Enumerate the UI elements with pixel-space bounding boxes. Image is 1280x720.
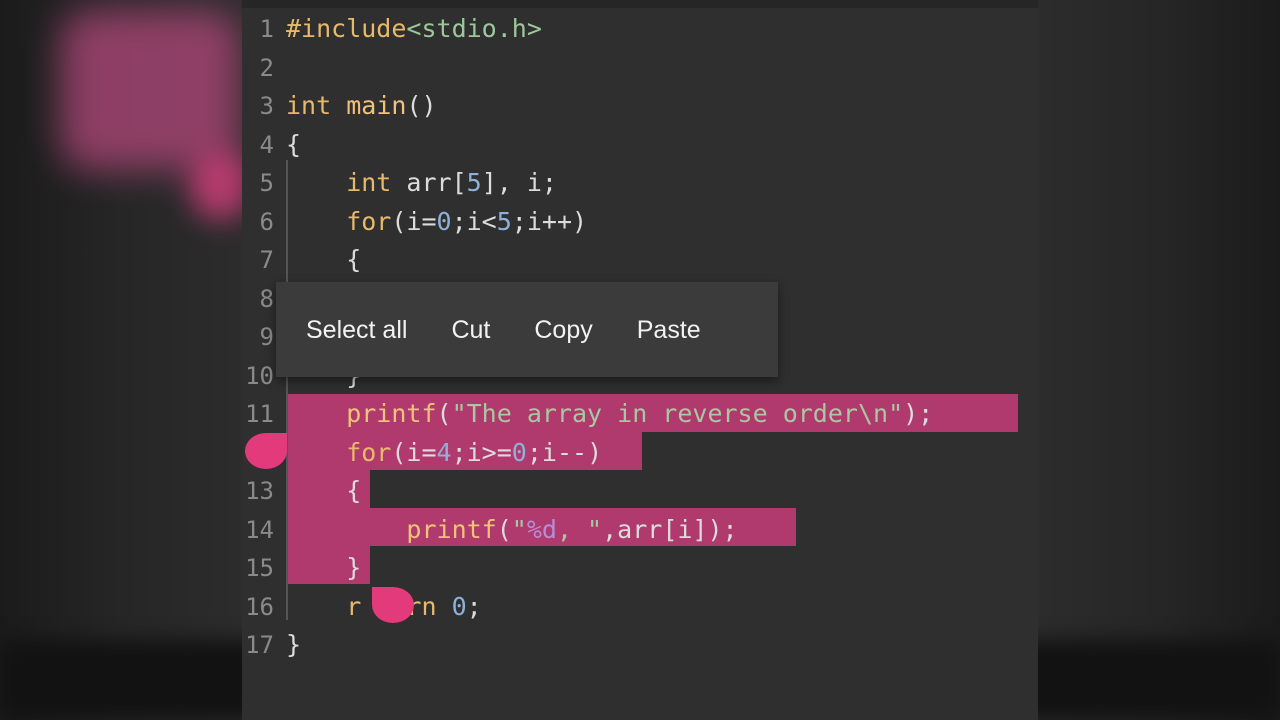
- code-line[interactable]: 16 r urn 0;: [242, 588, 1038, 626]
- code-token: ;i<: [451, 206, 497, 236]
- code-token: ;i++): [511, 206, 588, 236]
- code-token: ;i--): [526, 437, 603, 467]
- screen: 1 #include<stdio.h> 2 3 int main() 4{5 int ar…: [0, 0, 1280, 720]
- code-token: (i=: [391, 437, 437, 467]
- code-token: );: [903, 399, 934, 428]
- code-token: 0: [451, 591, 467, 621]
- code-token: 5: [466, 168, 482, 197]
- code-text: {: [286, 126, 301, 164]
- blurred-backdrop-accent: [190, 150, 250, 220]
- code-text: }: [286, 626, 301, 664]
- code-line[interactable]: 12 for(i=4;i>=0;i--): [242, 434, 1038, 472]
- code-token: 4: [436, 437, 452, 467]
- code-token: ;i>=: [451, 437, 512, 467]
- code-text: int main(): [286, 87, 437, 125]
- selection-start-handle[interactable]: [245, 433, 287, 469]
- line-number: 7: [259, 246, 274, 274]
- code-token: }: [286, 553, 362, 582]
- code-token: (i=: [391, 206, 437, 236]
- line-number: 5: [259, 169, 274, 197]
- code-token: (: [496, 514, 512, 544]
- code-token: ": [511, 514, 527, 544]
- code-token: #include: [286, 14, 407, 43]
- code-token: r: [286, 591, 362, 621]
- code-line[interactable]: 1 #include<stdio.h>: [242, 10, 1038, 48]
- code-token: arr[: [406, 168, 467, 197]
- blurred-backdrop-accent: [60, 10, 240, 170]
- code-token: printf: [286, 399, 437, 428]
- code-token: main: [346, 91, 407, 120]
- code-text: printf("%d, ",arr[i]);: [286, 511, 738, 549]
- code-line[interactable]: 7 {: [242, 241, 1038, 279]
- line-number: 4: [259, 130, 274, 159]
- code-token: "The array in reverse order\n": [451, 399, 904, 428]
- code-token: 0: [511, 437, 527, 467]
- line-number: 10: [245, 361, 274, 390]
- code-text: for(i=0;i<5;i++): [286, 203, 587, 241]
- code-token: {: [286, 129, 302, 159]
- line-number: 15: [245, 554, 274, 582]
- line-number: 9: [259, 323, 274, 351]
- code-line[interactable]: 11 printf("The array in reverse order\n"…: [242, 395, 1038, 433]
- code-token: ;: [466, 591, 482, 621]
- paste-button[interactable]: Paste: [615, 300, 723, 360]
- code-token: <stdio.h>: [406, 14, 542, 43]
- code-token: %d: [526, 514, 557, 544]
- code-token: }: [286, 630, 302, 659]
- line-number: 11: [245, 400, 274, 428]
- code-line[interactable]: 5 int arr[5], i;: [242, 164, 1038, 202]
- code-token: {: [286, 476, 362, 505]
- line-number: 17: [245, 631, 274, 659]
- code-text: }: [286, 549, 361, 587]
- code-token: ,arr[i]);: [602, 514, 738, 544]
- text-context-menu: Select all Cut Copy Paste: [276, 282, 778, 377]
- line-number: 13: [245, 477, 274, 505]
- code-token: {: [286, 245, 362, 274]
- code-token: (): [406, 91, 437, 120]
- line-number: 8: [259, 284, 274, 313]
- code-line[interactable]: 6 for(i=0;i<5;i++): [242, 203, 1038, 241]
- line-number: 6: [259, 207, 274, 236]
- code-token: int: [286, 91, 347, 120]
- code-token: printf: [286, 514, 497, 544]
- code-token: ], i;: [481, 168, 557, 197]
- editor-top-edge: [242, 0, 1038, 8]
- copy-button[interactable]: Copy: [512, 300, 614, 360]
- code-line[interactable]: 17}: [242, 626, 1038, 664]
- code-text: printf("The array in reverse order\n");: [286, 395, 933, 433]
- code-text: {: [286, 241, 361, 279]
- code-token: 0: [436, 206, 452, 236]
- code-token: for: [286, 437, 392, 467]
- line-number: 1: [259, 15, 274, 43]
- code-token: int: [286, 168, 407, 197]
- line-number: 2: [259, 53, 274, 82]
- select-all-button[interactable]: Select all: [276, 300, 429, 360]
- cut-button[interactable]: Cut: [429, 300, 512, 360]
- code-token: 5: [496, 206, 512, 236]
- code-text: {: [286, 472, 361, 510]
- line-number: 14: [245, 515, 274, 544]
- code-line[interactable]: 3 int main(): [242, 87, 1038, 125]
- code-token: for: [286, 206, 392, 236]
- code-line[interactable]: 15 }: [242, 549, 1038, 587]
- code-line[interactable]: 14 printf("%d, ",arr[i]);: [242, 511, 1038, 549]
- line-number: 16: [245, 592, 274, 621]
- code-token: (: [436, 399, 452, 428]
- code-line[interactable]: 2: [242, 49, 1038, 87]
- code-line[interactable]: 13 {: [242, 472, 1038, 510]
- code-line[interactable]: 4{: [242, 126, 1038, 164]
- code-text: #include<stdio.h>: [286, 10, 542, 48]
- selection-end-handle[interactable]: [372, 587, 414, 623]
- line-number: 3: [259, 92, 274, 120]
- code-token: , ": [556, 514, 603, 544]
- code-text: for(i=4;i>=0;i--): [286, 434, 602, 472]
- code-text: int arr[5], i;: [286, 164, 557, 202]
